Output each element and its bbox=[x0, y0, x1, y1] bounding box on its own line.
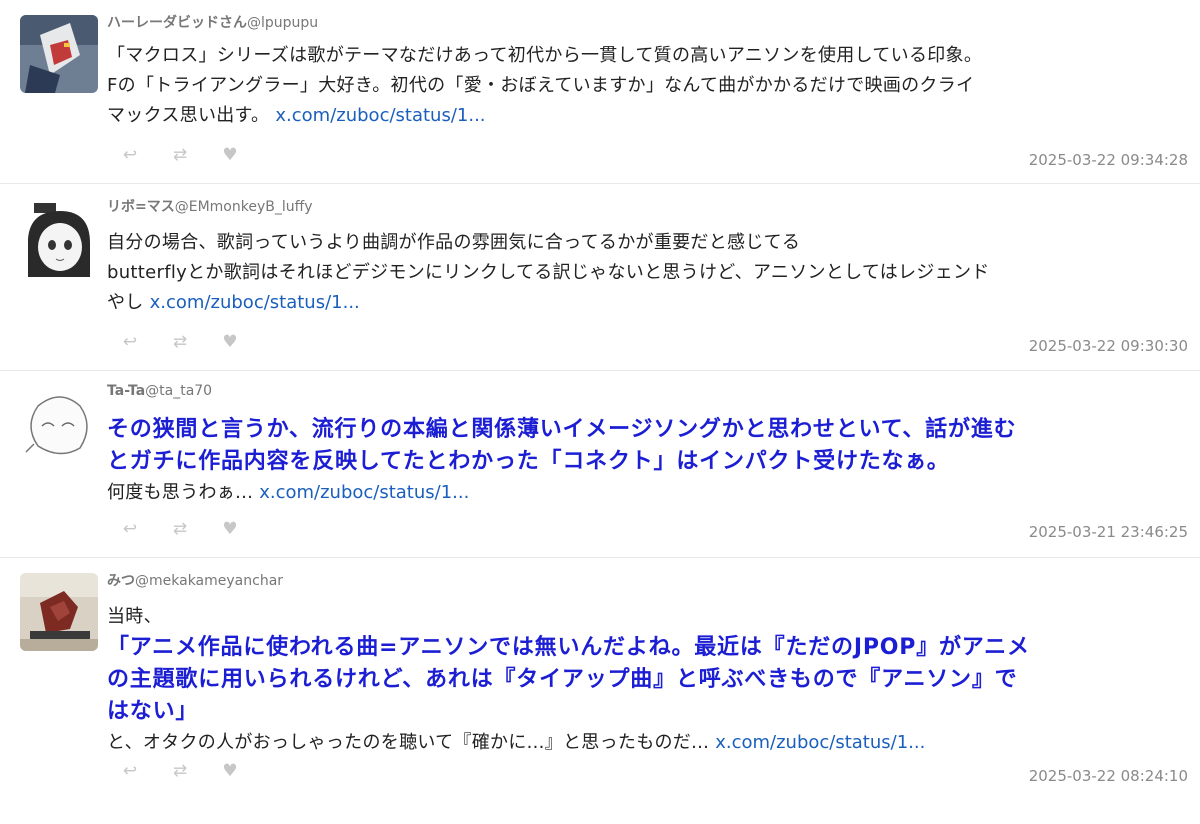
tweet-header: ハーレーダビッドさん@lpupupu bbox=[107, 12, 318, 32]
author-name[interactable]: みつ bbox=[107, 573, 135, 589]
like-icon[interactable]: ♥ bbox=[218, 332, 242, 352]
tweet-actions: ↩ ⇄ ♥ bbox=[118, 519, 242, 539]
author-name[interactable]: Ta-Ta bbox=[107, 383, 145, 399]
avatar[interactable] bbox=[20, 386, 98, 464]
retweet-icon[interactable]: ⇄ bbox=[168, 519, 192, 539]
like-icon[interactable]: ♥ bbox=[218, 145, 242, 165]
tweet-text-line: 自分の場合、歌詞っていうより曲調が作品の雰囲気に合ってるかが重要だと感じてる bbox=[107, 232, 801, 253]
tweet-timestamp[interactable]: 2025-03-22 08:24:10 bbox=[1029, 767, 1188, 785]
quoted-text-line: の主題歌に用いられるけれど、あれは『タイアップ曲』と呼ぶべきもので『アニソン』で bbox=[107, 667, 1018, 692]
quoted-text-line: はない」 bbox=[107, 699, 199, 724]
tweet-header: Ta-Ta@ta_ta70 bbox=[107, 383, 212, 399]
like-icon[interactable]: ♥ bbox=[218, 519, 242, 539]
author-name[interactable]: リボ=マス bbox=[107, 199, 175, 215]
avatar[interactable] bbox=[20, 15, 98, 93]
tweet-body: その狭間と言うか、流行りの本編と関係薄いイメージソングかと思わせといて、話が進む… bbox=[107, 414, 1192, 508]
author-handle[interactable]: @ta_ta70 bbox=[145, 383, 212, 399]
tweet-text-line: やし bbox=[107, 292, 144, 313]
tweet-text-line: 当時、 bbox=[107, 606, 162, 627]
tweet-link[interactable]: x.com/zuboc/status/1... bbox=[150, 292, 360, 313]
reply-icon[interactable]: ↩ bbox=[118, 332, 142, 352]
tweet-item: リボ=マス@EMmonkeyB_luffy 自分の場合、歌詞っていうより曲調が作… bbox=[0, 184, 1200, 371]
tweet-text-line: と、オタクの人がおっしゃったのを聴いて『確かに...』と思ったものだ... bbox=[107, 732, 710, 753]
tweet-item: ハーレーダビッドさん@lpupupu 「マクロス」シリーズは歌がテーマなだけあっ… bbox=[0, 0, 1200, 184]
quoted-text-line: 「アニメ作品に使われる曲=アニソンでは無いんだよね。最近は『ただのJPOP』がア… bbox=[107, 635, 1030, 660]
like-icon[interactable]: ♥ bbox=[218, 761, 242, 781]
tweet-body: 自分の場合、歌詞っていうより曲調が作品の雰囲気に合ってるかが重要だと感じてる b… bbox=[107, 228, 1192, 318]
tweet-actions: ↩ ⇄ ♥ bbox=[118, 332, 242, 352]
tweet-text-line: 何度も思うわぁ... bbox=[107, 482, 254, 503]
tweet-body: 「マクロス」シリーズは歌がテーマなだけあって初代から一貫して質の高いアニソンを使… bbox=[107, 41, 1192, 131]
tweet-feed: ハーレーダビッドさん@lpupupu 「マクロス」シリーズは歌がテーマなだけあっ… bbox=[0, 0, 1200, 824]
tweet-body: 当時、 「アニメ作品に使われる曲=アニソンでは無いんだよね。最近は『ただのJPO… bbox=[107, 602, 1192, 758]
tweet-link[interactable]: x.com/zuboc/status/1... bbox=[259, 482, 469, 503]
retweet-icon[interactable]: ⇄ bbox=[168, 761, 192, 781]
tweet-item: みつ@mekakameyanchar 当時、 「アニメ作品に使われる曲=アニソン… bbox=[0, 558, 1200, 824]
reply-icon[interactable]: ↩ bbox=[118, 761, 142, 781]
reply-icon[interactable]: ↩ bbox=[118, 519, 142, 539]
retweet-icon[interactable]: ⇄ bbox=[168, 145, 192, 165]
tweet-link[interactable]: x.com/zuboc/status/1... bbox=[275, 105, 485, 126]
tweet-header: リボ=マス@EMmonkeyB_luffy bbox=[107, 196, 313, 216]
tweet-header: みつ@mekakameyanchar bbox=[107, 570, 283, 590]
tweet-timestamp[interactable]: 2025-03-21 23:46:25 bbox=[1029, 523, 1188, 541]
tweet-text-line: butterflyとか歌詞はそれほどデジモンにリンクしてる訳じゃないと思うけど、… bbox=[107, 262, 990, 283]
tweet-text-line: マックス思い出す。 bbox=[107, 105, 270, 126]
quoted-text-line: その狭間と言うか、流行りの本編と関係薄いイメージソングかと思わせといて、話が進む bbox=[107, 417, 1017, 442]
tweet-text-line: 「マクロス」シリーズは歌がテーマなだけあって初代から一貫して質の高いアニソンを使… bbox=[107, 45, 983, 66]
tweet-timestamp[interactable]: 2025-03-22 09:34:28 bbox=[1029, 151, 1188, 169]
tweet-text-line: Fの「トライアングラー」大好き。初代の「愛・おぼえていますか」なんて曲がかかるだ… bbox=[107, 75, 975, 96]
author-handle[interactable]: @EMmonkeyB_luffy bbox=[175, 199, 313, 215]
avatar[interactable] bbox=[20, 573, 98, 651]
tweet-link[interactable]: x.com/zuboc/status/1... bbox=[715, 732, 925, 753]
tweet-actions: ↩ ⇄ ♥ bbox=[118, 145, 242, 165]
reply-icon[interactable]: ↩ bbox=[118, 145, 142, 165]
avatar[interactable] bbox=[20, 199, 98, 277]
author-name[interactable]: ハーレーダビッドさん bbox=[107, 15, 247, 31]
retweet-icon[interactable]: ⇄ bbox=[168, 332, 192, 352]
tweet-item: Ta-Ta@ta_ta70 その狭間と言うか、流行りの本編と関係薄いイメージソン… bbox=[0, 371, 1200, 558]
quoted-text-line: とガチに作品内容を反映してたとわかった「コネクト」はインパクト受けたなぁ。 bbox=[107, 449, 950, 474]
tweet-actions: ↩ ⇄ ♥ bbox=[118, 761, 242, 781]
author-handle[interactable]: @lpupupu bbox=[247, 15, 318, 31]
author-handle[interactable]: @mekakameyanchar bbox=[135, 573, 283, 589]
tweet-timestamp[interactable]: 2025-03-22 09:30:30 bbox=[1029, 337, 1188, 355]
